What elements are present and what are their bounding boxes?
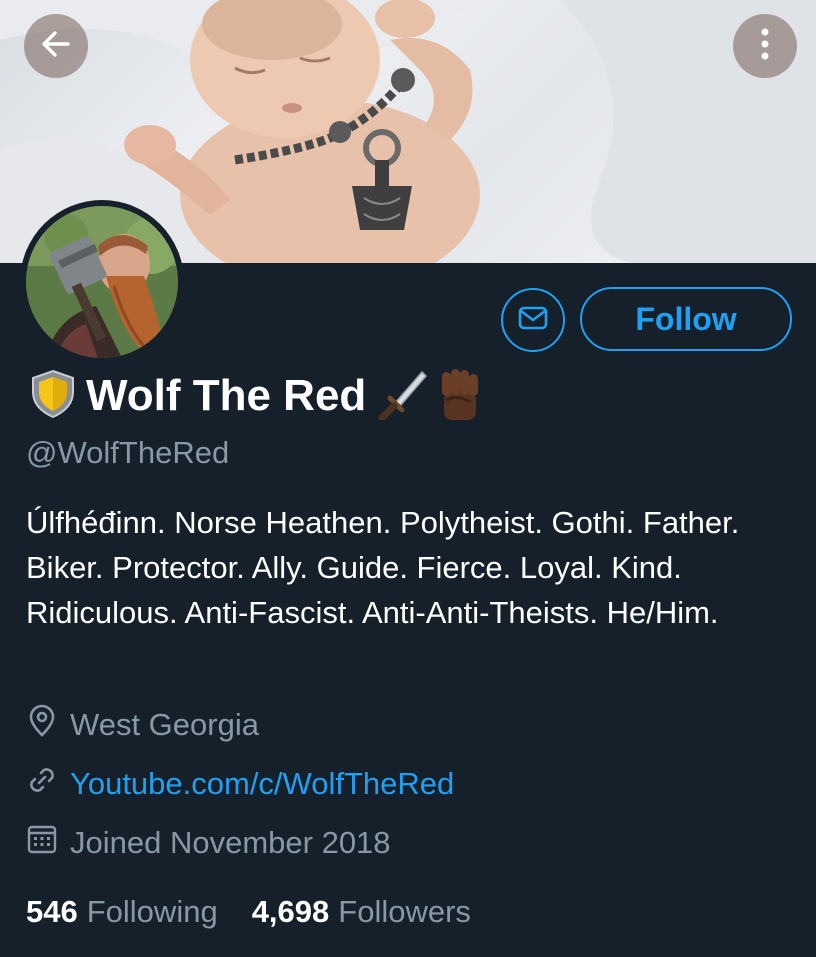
joined-text: Joined November 2018 xyxy=(70,825,391,860)
display-name: Wolf The Red xyxy=(86,371,367,420)
display-name-row: Wolf The Red xyxy=(28,368,488,424)
back-button[interactable] xyxy=(24,14,88,78)
joined-row: Joined November 2018 xyxy=(26,823,391,863)
website-row: Youtube.com/c/WolfTheRed xyxy=(26,764,454,804)
follow-stats: 546 Following 4,698 Followers xyxy=(26,890,471,934)
following-label: Following xyxy=(86,894,218,929)
followers-count: 4,698 xyxy=(251,894,330,929)
more-vertical-icon xyxy=(759,26,771,67)
dagger-icon xyxy=(376,368,428,425)
location-pin-icon xyxy=(26,704,58,746)
location-text: West Georgia xyxy=(70,707,259,742)
avatar-image xyxy=(26,206,178,358)
user-handle: @WolfTheRed xyxy=(26,435,230,470)
mail-icon xyxy=(516,301,550,340)
follow-button[interactable]: Follow xyxy=(580,287,792,351)
following-count: 546 xyxy=(26,894,78,929)
shield-icon xyxy=(28,368,78,425)
profile-bio: Úlfhéđinn. Norse Heathen. Polytheist. Go… xyxy=(26,505,740,630)
calendar-icon xyxy=(26,823,58,863)
arrow-left-icon xyxy=(38,26,74,67)
more-options-button[interactable] xyxy=(733,14,797,78)
raised-fist-icon xyxy=(432,366,488,427)
website-link[interactable]: Youtube.com/c/WolfTheRed xyxy=(70,766,454,802)
followers-label: Followers xyxy=(338,894,471,929)
avatar[interactable] xyxy=(20,200,184,364)
followers-stat[interactable]: 4,698 Followers xyxy=(252,894,471,930)
location-row: West Georgia xyxy=(26,704,259,746)
link-icon xyxy=(26,764,58,804)
following-stat[interactable]: 546 Following xyxy=(26,894,218,930)
message-button[interactable] xyxy=(501,288,565,352)
